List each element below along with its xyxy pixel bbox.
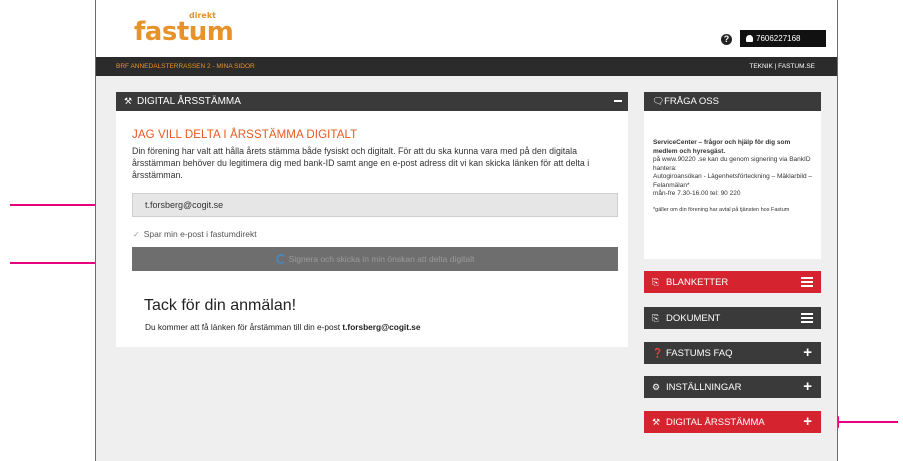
gavel-icon: ⚒: [652, 417, 661, 427]
breadcrumb[interactable]: BRF ANNEDALSTERRASSEN 2 - MINA SIDOR: [116, 63, 255, 70]
clipboard-icon: ⎘: [652, 277, 660, 287]
contact-line-2: Autogiroansökan - Lägenhetsförteckning –…: [653, 173, 812, 189]
menu-icon: [801, 277, 813, 287]
annotation-arrow-digital: [829, 416, 898, 428]
contact-card: 🗨FRÅGA OSS ServiceCenter – frågor och hj…: [644, 92, 821, 259]
plus-icon: +: [803, 378, 812, 395]
plus-icon: +: [803, 413, 812, 430]
plus-icon: +: [803, 344, 812, 361]
sidebar-item-label: DOKUMENT: [666, 313, 721, 324]
digital-meeting-card: ⚒ DIGITAL ÅRSSTÄMMA JAG VILL DELTA I ÅRSS…: [116, 92, 628, 347]
collapse-button[interactable]: [614, 100, 622, 102]
user-icon: [746, 35, 753, 42]
sign-submit-label: Signera och skicka in min önskan att del…: [288, 254, 475, 264]
sidebar-item-digital-arsstamma[interactable]: ⚒ DIGITAL ÅRSSTÄMMA +: [644, 411, 821, 433]
header: fastum direkt ? 7606227168: [96, 0, 837, 57]
sidebar-item-blanketter[interactable]: ⎘ BLANKETTER: [644, 271, 821, 293]
check-icon: ✓: [133, 230, 140, 239]
contact-title: FRÅGA OSS: [664, 96, 719, 107]
thanks-email: t.forsberg@cogit.se: [342, 322, 421, 332]
contact-body: ServiceCenter – frågor och hjälp för dig…: [644, 111, 821, 214]
top-links[interactable]: TEKNIK | FASTUM.SE: [749, 63, 815, 70]
logo-superscript: direkt: [189, 11, 216, 20]
save-email-label: Spar min e-post i fastumdirekt: [143, 229, 257, 239]
question-icon: ❓: [652, 348, 664, 358]
sidebar-item-label: INSTÄLLNINGAR: [666, 382, 742, 393]
thanks-title: Tack för din anmälan!: [144, 297, 297, 314]
sidebar-item-label: DIGITAL ÅRSSTÄMMA: [666, 417, 765, 428]
user-account-button[interactable]: 7606227168: [740, 30, 826, 47]
contact-line-1: på www.90220 .se kan du genom signering …: [653, 156, 811, 172]
card-intro-text: Din förening har valt att hålla årets st…: [132, 146, 590, 180]
contact-note: *gäller om din förening har avtal på tjä…: [653, 206, 790, 213]
app-window: fastum direkt ? 7606227168 BRF ANNEDALST…: [95, 0, 838, 461]
bankid-icon: [275, 254, 286, 264]
chat-icon: 🗨: [652, 96, 665, 107]
logo[interactable]: fastum: [134, 17, 234, 47]
sidebar-item-installningar[interactable]: ⚙ INSTÄLLNINGAR +: [644, 376, 821, 398]
gavel-icon: ⚒: [124, 96, 133, 106]
contact-header: 🗨FRÅGA OSS: [644, 92, 821, 111]
sidebar-item-dokument[interactable]: ⎘ DOKUMENT: [644, 307, 821, 329]
card-header-title: DIGITAL ÅRSSTÄMMA: [137, 96, 241, 107]
thanks-text: Du kommer att få länken för årstämman ti…: [145, 322, 421, 332]
navbar: BRF ANNEDALSTERRASSEN 2 - MINA SIDOR TEK…: [96, 57, 837, 76]
menu-icon: [801, 313, 813, 323]
sign-submit-button[interactable]: Signera och skicka in min önskan att del…: [132, 247, 618, 271]
user-id: 7606227168: [756, 34, 801, 43]
sidebar-item-label: BLANKETTER: [666, 277, 729, 288]
card-header: ⚒ DIGITAL ÅRSSTÄMMA: [116, 92, 628, 111]
contact-line-3: mån-fre 7.30-16.00 tel: 90 220: [653, 190, 741, 197]
thanks-text-prefix: Du kommer att få länken för årstämman ti…: [145, 322, 343, 332]
sidebar-item-faq[interactable]: ❓ FASTUMS FAQ +: [644, 342, 821, 364]
clipboard-icon: ⎘: [652, 313, 660, 323]
card-title: JAG VILL DELTA I ÅRSSTÄMMA DIGITALT: [132, 129, 358, 141]
contact-lead: ServiceCenter – frågor och hjälp för dig…: [653, 139, 791, 155]
gear-icon: ⚙: [652, 382, 661, 392]
email-field[interactable]: t.forsberg@cogit.se: [132, 193, 618, 217]
save-email-checkbox[interactable]: ✓ Spar min e-post i fastumdirekt: [133, 229, 257, 239]
sidebar-item-label: FASTUMS FAQ: [666, 348, 733, 359]
help-icon[interactable]: ?: [721, 34, 732, 45]
